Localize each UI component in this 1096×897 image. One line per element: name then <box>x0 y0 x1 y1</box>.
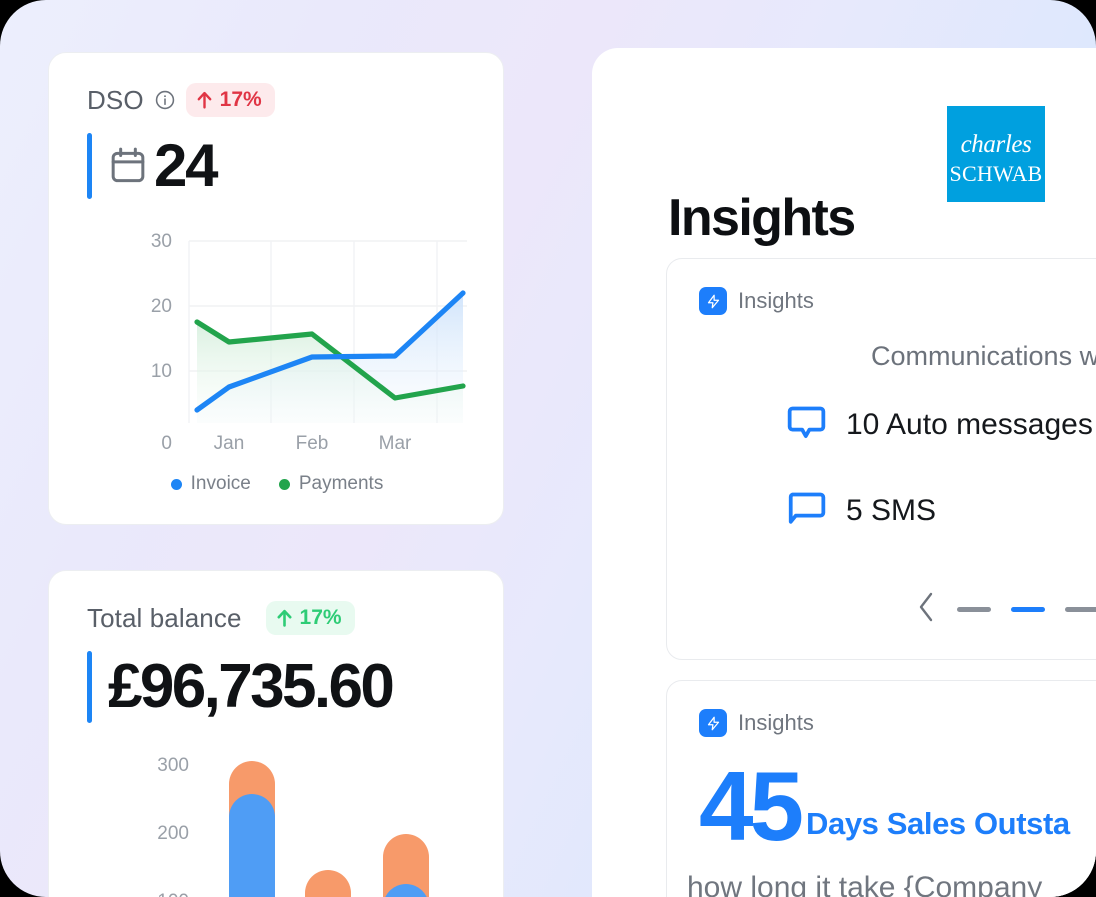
dso-highlight-subtext: how long it take {Company <box>687 871 1043 897</box>
carousel-dash-1[interactable] <box>957 607 991 612</box>
dso-highlight: 45 Days Sales Outsta <box>699 751 1070 861</box>
x-tick-jan: Jan <box>214 433 245 454</box>
communication-label: 5 SMS <box>846 494 937 527</box>
insight-card-communications: Insights Communications with t 10 Auto m… <box>666 258 1096 660</box>
lightning-bolt-icon <box>699 709 727 737</box>
calendar-icon <box>108 145 154 187</box>
legend-item-invoice: Invoice <box>170 473 251 495</box>
charles-schwab-logo: charles SCHWAB <box>947 106 1045 202</box>
x-tick-mar: Mar <box>379 433 412 454</box>
y-tick-30: 30 <box>151 233 172 252</box>
balance-card-title: Total balance <box>87 602 242 633</box>
dso-line-chart: 30 20 10 0 Jan Feb Mar <box>49 231 505 473</box>
dso-highlight-label: Days Sales Outsta <box>806 806 1070 842</box>
y-tick-0: 0 <box>161 433 172 454</box>
dso-card-title: DSO <box>87 84 144 115</box>
arrow-up-icon <box>277 609 292 627</box>
communication-label: 10 Auto messages <box>846 408 1093 441</box>
info-icon[interactable] <box>154 89 176 111</box>
lightning-bolt-icon <box>699 287 727 315</box>
accent-bar <box>87 133 92 199</box>
y-tick-200: 200 <box>157 823 189 844</box>
dso-chart-legend: Invoice Payments <box>49 473 505 495</box>
logo-line-2: SCHWAB <box>949 161 1043 186</box>
y-tick-10: 10 <box>151 361 172 382</box>
chevron-left-icon[interactable] <box>917 591 937 628</box>
insight-tag-label: Insights <box>738 710 814 735</box>
y-tick-300: 300 <box>157 755 189 776</box>
chat-bubble-icon <box>785 487 828 535</box>
legend-dot-icon <box>278 478 290 490</box>
carousel-dash-2[interactable] <box>1011 607 1045 612</box>
balance-card-header: Total balance 17% <box>49 571 503 635</box>
legend-dot-icon <box>170 478 182 490</box>
y-tick-100: 100 <box>157 891 189 897</box>
balance-bar-chart: 300 200 100 <box>49 739 505 897</box>
legend-item-payments: Payments <box>278 473 384 495</box>
balance-metric-value: £96,735.60 <box>108 652 395 721</box>
dso-change-badge: 17% <box>185 83 275 117</box>
balance-change-badge: 17% <box>265 601 355 635</box>
dso-highlight-number: 45 <box>699 751 804 861</box>
total-balance-card: Total balance 17% £96,735.60 300 200 100 <box>48 570 504 897</box>
dso-change-value: 17% <box>219 88 262 111</box>
carousel-controls <box>917 591 1096 628</box>
balance-change-value: 17% <box>299 606 342 629</box>
bar-paid-1 <box>229 794 275 897</box>
dso-card-header: DSO 17% <box>49 53 503 117</box>
insight-tag-label: Insights <box>738 288 814 313</box>
insight-tag: Insights <box>667 681 1096 737</box>
x-tick-feb: Feb <box>296 433 329 454</box>
dso-metric-value: 24 <box>154 132 219 199</box>
balance-metric-row: £96,735.60 <box>49 651 503 723</box>
insight-tag: Insights <box>667 259 1096 315</box>
dso-card: DSO 17% 24 30 20 10 0 Jan Feb Mar Invoic… <box>48 52 504 525</box>
app-stage: DSO 17% 24 30 20 10 0 Jan Feb Mar Invoic… <box>0 0 1096 897</box>
communication-row-auto-messages: 10 Auto messages <box>785 401 1093 449</box>
insights-panel: charles SCHWAB Insights Insights Communi… <box>592 48 1096 897</box>
arrow-up-icon <box>197 91 212 109</box>
carousel-dash-3[interactable] <box>1065 607 1096 612</box>
communication-row-sms: 5 SMS <box>785 487 936 535</box>
y-tick-20: 20 <box>151 296 172 317</box>
legend-label: Invoice <box>190 473 251 494</box>
bar-total-2 <box>305 870 351 897</box>
insight-card-dso: Insights 45 Days Sales Outsta how long i… <box>666 680 1096 897</box>
insight-headline: Communications with t <box>871 341 1096 371</box>
legend-label: Payments <box>298 473 384 494</box>
dso-metric-row: 24 <box>49 133 503 199</box>
logo-line-1: charles <box>960 131 1032 158</box>
chat-bubble-icon <box>785 401 828 449</box>
accent-bar <box>87 651 92 723</box>
page-title: Insights <box>668 189 856 247</box>
